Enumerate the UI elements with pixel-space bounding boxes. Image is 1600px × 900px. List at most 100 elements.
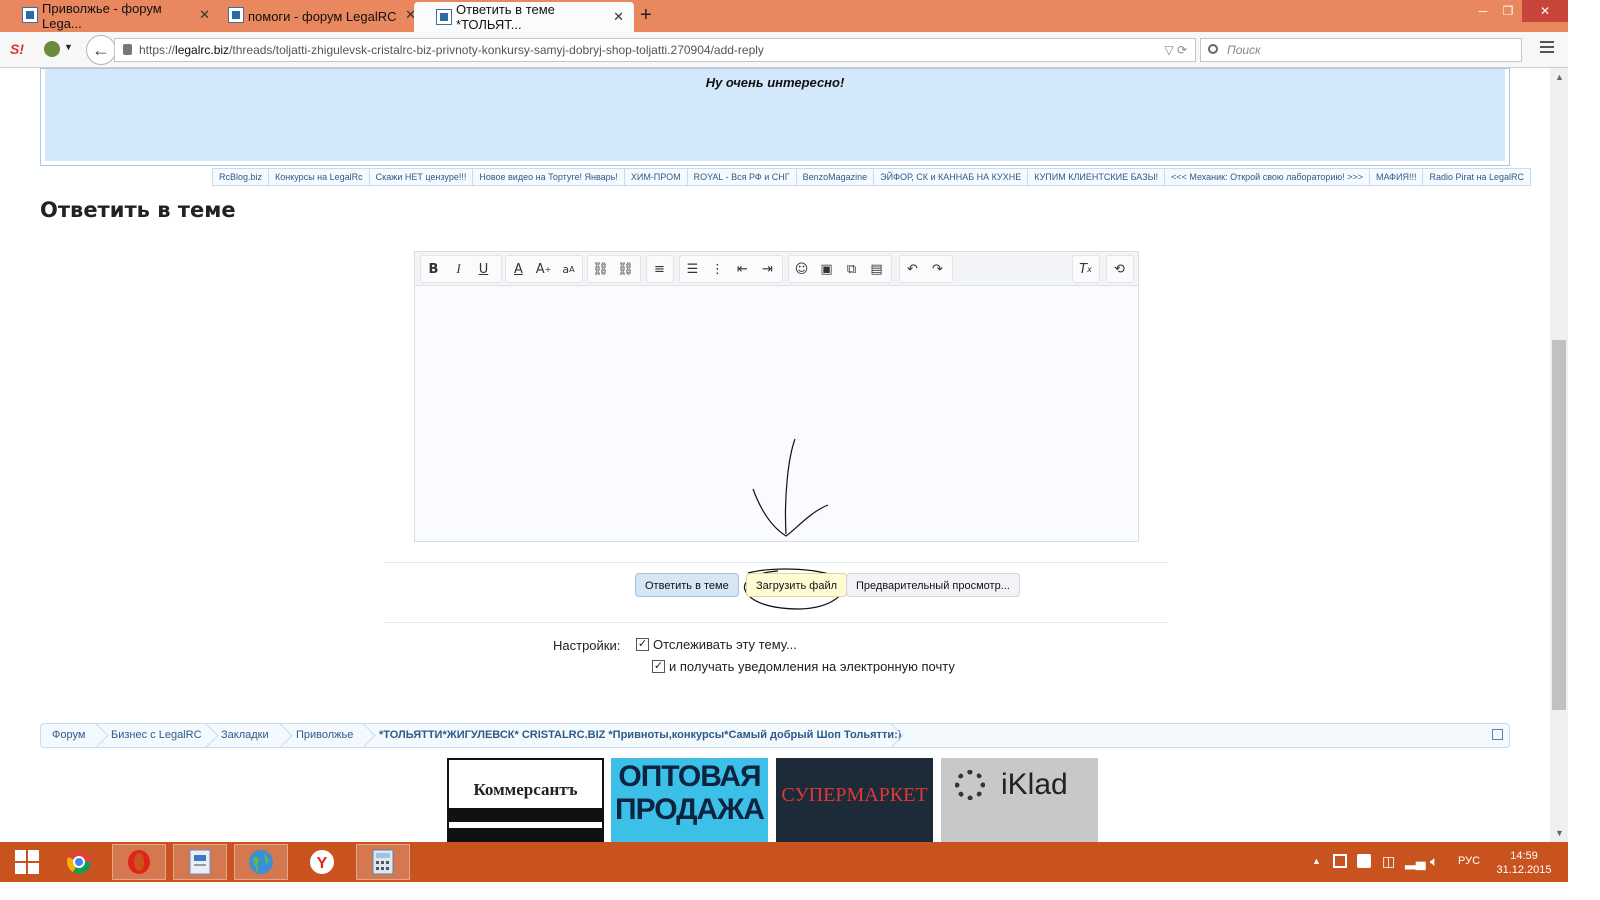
ad-text: Коммерсантъ: [473, 780, 578, 799]
breadcrumb-item[interactable]: Закладки: [221, 724, 269, 747]
favicon-icon: [436, 9, 452, 25]
email-notify-label[interactable]: и получать уведомления на электронную по…: [669, 659, 955, 674]
search-icon: [1208, 44, 1218, 54]
globe-taskbar-icon[interactable]: [234, 844, 288, 880]
chrome-taskbar-icon[interactable]: [52, 844, 106, 880]
preview-button[interactable]: Предварительный просмотр...: [846, 573, 1020, 597]
address-bar[interactable]: https://legalrc.biz/threads/toljatti-zhi…: [114, 38, 1196, 62]
link-item[interactable]: КУПИМ КЛИЕНТСКИЕ БАЗЫ!: [1028, 169, 1166, 185]
security-icon[interactable]: [1357, 854, 1371, 868]
new-tab-button[interactable]: +: [640, 4, 652, 27]
maximize-button[interactable]: ❐: [1494, 0, 1522, 22]
link-item[interactable]: Новое видео на Тортуге! Январь!: [473, 169, 625, 185]
link-item[interactable]: Конкурсы на LegalRc: [269, 169, 370, 185]
scroll-down-icon[interactable]: ▼: [1555, 828, 1564, 838]
unlink-icon[interactable]: ⛓: [613, 256, 638, 282]
link-item[interactable]: <<< Механик: Открой свою лабораторию! >>…: [1165, 169, 1370, 185]
lock-icon: [123, 44, 132, 55]
menu-icon[interactable]: [1540, 41, 1554, 55]
outdent-icon[interactable]: ⇤: [730, 256, 755, 282]
url-prefix: https://: [139, 43, 176, 57]
tray-expand-icon[interactable]: ▲: [1312, 856, 1321, 866]
close-tab-icon[interactable]: ✕: [613, 9, 624, 25]
scrollbar-thumb[interactable]: [1552, 340, 1566, 710]
clock-time: 14:59: [1510, 850, 1538, 862]
settings-label: Настройки:: [553, 638, 621, 653]
toggle-bbcode-icon[interactable]: ⟲: [1107, 256, 1132, 282]
breadcrumb: Форум Бизнес с LegalRC Закладки Приволжь…: [40, 723, 1510, 748]
breadcrumb-item[interactable]: Форум: [52, 724, 85, 747]
browser-tab-active[interactable]: Ответить в теме *ТОЛЬЯТ... ✕: [414, 2, 634, 32]
ad-text: СУПЕРМАРКЕТ: [781, 784, 928, 806]
action-center-icon[interactable]: [1333, 854, 1347, 868]
smiley-icon[interactable]: ☺: [789, 256, 814, 282]
volume-icon[interactable]: 🔈︎: [1430, 853, 1438, 870]
bold-button[interactable]: B: [421, 256, 446, 282]
insert-icon[interactable]: ▤: [864, 256, 889, 282]
reload-icon[interactable]: ▽ ⟳: [1164, 39, 1187, 61]
link-item[interactable]: ХИМ-ПРОМ: [625, 169, 688, 185]
link-item[interactable]: ROYAL - Вся РФ и СНГ: [688, 169, 797, 185]
upload-file-button[interactable]: Загрузить файл: [746, 573, 848, 597]
browser-tab[interactable]: Приволжье - форум Lega... ✕: [0, 0, 220, 32]
redo-icon[interactable]: ↷: [925, 256, 950, 282]
message-textarea[interactable]: [415, 287, 1138, 541]
calculator-taskbar-icon[interactable]: [356, 844, 410, 880]
italic-button[interactable]: I: [446, 256, 471, 282]
start-button[interactable]: [0, 844, 54, 880]
breadcrumb-item[interactable]: Приволжье: [296, 724, 353, 747]
font-color-button[interactable]: A: [506, 256, 531, 282]
document-taskbar-icon[interactable]: [173, 844, 227, 880]
close-window-button[interactable]: ✕: [1522, 0, 1568, 22]
search-input[interactable]: Поиск: [1200, 38, 1522, 62]
chevron-down-icon[interactable]: ▼: [64, 42, 73, 52]
link-icon[interactable]: ⛓: [588, 256, 613, 282]
reply-button[interactable]: Ответить в теме: [635, 573, 739, 597]
yandex-taskbar-icon[interactable]: Y: [295, 844, 349, 880]
link-item[interactable]: Скажи НЕТ цензуре!!!: [370, 169, 474, 185]
numbered-list-icon[interactable]: ⋮: [705, 256, 730, 282]
scroll-up-icon[interactable]: ▲: [1555, 72, 1564, 82]
ad-banner-supermarket[interactable]: СУПЕРМАРКЕТ: [776, 758, 933, 842]
opera-taskbar-icon[interactable]: [112, 844, 166, 880]
undo-icon[interactable]: ↶: [900, 256, 925, 282]
media-icon[interactable]: ⧉: [839, 256, 864, 282]
back-button[interactable]: ←: [86, 35, 116, 65]
link-item[interactable]: RcBlog.biz: [213, 169, 270, 185]
link-item[interactable]: МАФИЯ!!!: [1370, 169, 1424, 185]
indent-icon[interactable]: ⇥: [755, 256, 780, 282]
network-adapter-icon[interactable]: ◫: [1382, 853, 1395, 870]
clock[interactable]: 14:59 31.12.2015: [1494, 849, 1554, 877]
font-family-button[interactable]: aA: [556, 256, 581, 282]
ad-banner-iklad[interactable]: iKlad: [941, 758, 1098, 842]
font-size-button[interactable]: A +: [531, 256, 556, 282]
watch-thread-label[interactable]: Отслеживать эту тему...: [653, 637, 797, 652]
email-notify-checkbox[interactable]: ✓: [652, 660, 665, 673]
image-icon[interactable]: ▣: [814, 256, 839, 282]
vertical-scrollbar[interactable]: ▲ ▼: [1550, 68, 1568, 842]
message-editor: B I U A A + aA ⛓ ⛓ ≡ ☰ ⋮ ⇤ ⇥ ☺ ▣ ⧉ ▤ ↶ ↷…: [414, 251, 1139, 542]
watch-thread-option: ✓ Отслеживать эту тему...: [636, 637, 797, 652]
signature-banner: Ну очень интересно!: [40, 68, 1510, 166]
ad-banner-optovaya[interactable]: ОПТОВАЯ ПРОДАЖА: [611, 758, 768, 842]
expand-icon[interactable]: [1492, 729, 1503, 740]
navigation-bar: S! ▼ ← https://legalrc.biz/threads/tolja…: [0, 32, 1568, 68]
search-placeholder: Поиск: [1227, 43, 1261, 57]
link-item[interactable]: BenzoMagazine: [797, 169, 875, 185]
clear-format-icon[interactable]: Tx: [1073, 256, 1098, 282]
link-item[interactable]: Radio Pirat на LegalRC: [1423, 169, 1530, 185]
underline-button[interactable]: U: [471, 256, 496, 282]
browser-tab[interactable]: помоги - форум LegalRC ✕: [206, 0, 426, 32]
ad-banner-kommersant[interactable]: Коммерсантъ: [447, 758, 604, 842]
signal-icon[interactable]: ▂▄: [1405, 853, 1426, 870]
ad-text: iKlad: [1001, 768, 1068, 801]
extension-icon[interactable]: [44, 41, 60, 57]
align-icon[interactable]: ≡: [647, 256, 672, 282]
sputnik-logo-icon[interactable]: S!: [10, 41, 24, 57]
language-indicator[interactable]: РУС: [1458, 855, 1480, 867]
watch-thread-checkbox[interactable]: ✓: [636, 638, 649, 651]
breadcrumb-current[interactable]: *ТОЛЬЯТТИ*ЖИГУЛЕВСК* CRISTALRC.BIZ *Прив…: [379, 724, 901, 747]
bullet-list-icon[interactable]: ☰: [680, 256, 705, 282]
breadcrumb-item[interactable]: Бизнес с LegalRC: [111, 724, 202, 747]
link-item[interactable]: ЭЙФОР, СК и КАННАБ НА КУХНЕ: [874, 169, 1029, 185]
